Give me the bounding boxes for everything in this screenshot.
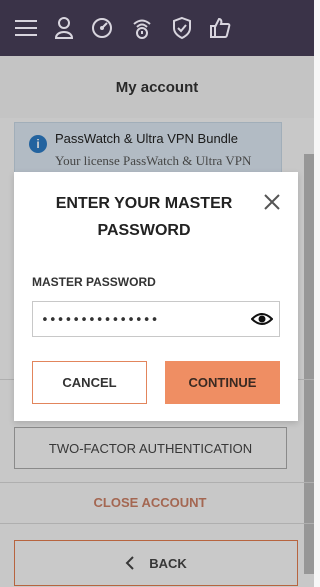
show-password-icon[interactable] xyxy=(250,310,274,328)
shield-icon[interactable] xyxy=(168,14,196,42)
dialog-title-line1: ENTER YOUR MASTER xyxy=(55,195,233,212)
master-password-label: MASTER PASSWORD xyxy=(32,275,156,289)
wifi-icon[interactable] xyxy=(128,14,156,42)
thumbs-up-icon[interactable] xyxy=(206,14,234,42)
close-icon[interactable] xyxy=(262,192,282,212)
continue-button[interactable]: CONTINUE xyxy=(165,361,280,404)
master-password-input[interactable] xyxy=(39,308,243,332)
master-password-dialog: ENTER YOUR MASTER PASSWORD MASTER PASSWO… xyxy=(14,172,298,421)
top-navigation-bar xyxy=(0,0,314,56)
user-icon[interactable] xyxy=(50,14,78,42)
speedometer-icon[interactable] xyxy=(88,14,116,42)
cancel-button[interactable]: CANCEL xyxy=(32,361,147,404)
master-password-field[interactable] xyxy=(32,301,280,337)
dialog-title: ENTER YOUR MASTER PASSWORD xyxy=(54,190,234,244)
dialog-title-line2: PASSWORD xyxy=(97,222,191,239)
menu-icon[interactable] xyxy=(12,14,40,42)
